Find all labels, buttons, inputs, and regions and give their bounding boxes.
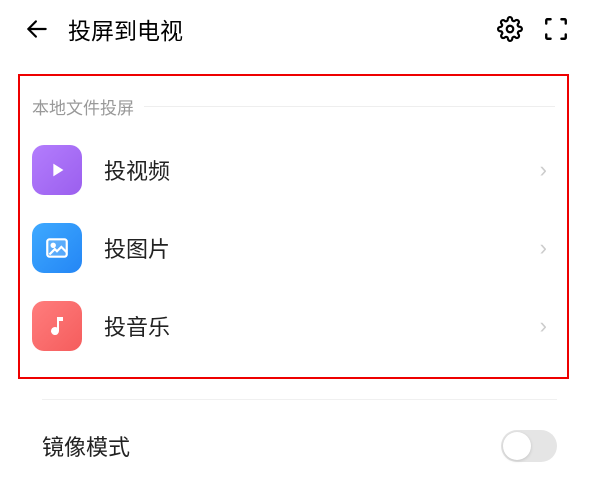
mirror-mode-row: 镜像模式 [0,400,593,474]
chevron-right-icon: › [540,313,551,339]
mirror-mode-label: 镜像模式 [42,430,501,462]
scan-icon [543,16,569,42]
section-title: 本地文件投屏 [32,94,134,119]
page-title: 投屏到电视 [68,12,479,46]
toggle-knob [503,432,531,460]
back-button[interactable] [24,16,50,42]
item-label: 投图片 [104,232,518,264]
scan-button[interactable] [543,16,569,42]
chevron-right-icon: › [540,235,551,261]
header: 投屏到电视 [0,0,593,58]
section-header: 本地文件投屏 [32,94,555,119]
settings-button[interactable] [497,16,523,42]
music-icon [32,301,82,351]
chevron-right-icon: › [540,157,551,183]
arrow-left-icon [24,16,50,42]
divider [144,106,555,107]
mirror-mode-toggle[interactable] [501,430,557,462]
item-label: 投视频 [104,154,518,186]
gear-icon [497,16,523,42]
cast-image-item[interactable]: 投图片 › [32,209,555,287]
item-label: 投音乐 [104,310,518,342]
image-icon [32,223,82,273]
video-icon [32,145,82,195]
local-cast-section: 本地文件投屏 投视频 › 投图片 › 投音乐 › [18,74,569,379]
header-actions [497,16,569,42]
cast-video-item[interactable]: 投视频 › [32,131,555,209]
cast-music-item[interactable]: 投音乐 › [32,287,555,365]
